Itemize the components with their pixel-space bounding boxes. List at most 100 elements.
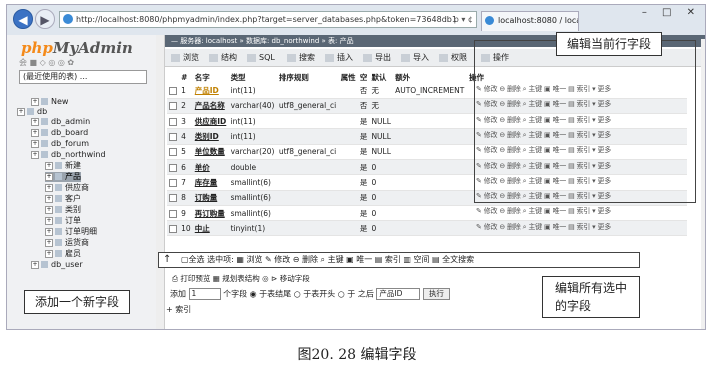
expand-icon[interactable]: + (31, 97, 39, 106)
table-cell[interactable]: 产品名称 (192, 98, 229, 115)
address-bar[interactable]: http://localhost:8080/phpmyadmin/index.p… (59, 11, 477, 28)
address-tools[interactable]: ρ ▾ ¢ (454, 12, 473, 27)
expand-icon[interactable]: + (31, 128, 39, 137)
add-count-input[interactable]: 1 (188, 288, 221, 300)
tree-item[interactable]: + 运货商 (45, 238, 89, 248)
row-checkbox[interactable] (169, 163, 177, 172)
row-checkbox[interactable] (169, 117, 177, 126)
table-cell[interactable]: 类别ID (192, 128, 229, 145)
row-checkbox[interactable] (169, 102, 177, 111)
expand-icon[interactable]: + (45, 172, 53, 181)
table-cell[interactable]: 单价 (192, 159, 229, 176)
table-cell: 无 (369, 83, 394, 99)
row-checkbox[interactable] (169, 86, 177, 95)
table-cell[interactable]: 供应商ID (192, 113, 229, 130)
row-actions[interactable]: ✎ 修改 ⊖ 删除 ⌕ 主键 ▣ 唯一 ▤ 索引 ▾ 更多 (476, 191, 611, 201)
expand-icon[interactable]: + (31, 260, 39, 269)
row-actions[interactable]: ✎ 修改 ⊖ 删除 ⌕ 主键 ▣ 唯一 ▤ 索引 ▾ 更多 (476, 206, 611, 216)
after-field-select[interactable]: 产品ID (376, 288, 421, 300)
table-cell[interactable]: 单位数量 (192, 144, 229, 160)
tree-item[interactable]: + db_admin (31, 117, 90, 127)
tree-item[interactable]: + 产品 (45, 172, 81, 182)
window-controls[interactable]: – □ ✕ (642, 7, 701, 18)
print-row[interactable]: ⎙ 打印预览 ▦ 规划表结构 ◎ ⊳ 移动字段 (172, 273, 310, 284)
table-cell[interactable]: 库存量 (192, 174, 229, 191)
add-position-options[interactable]: 个字段 ◉ 于表结尾 ○ 于表开头 ○ 于 之后 (223, 290, 374, 299)
tree-item[interactable]: + db_forum (31, 139, 89, 149)
expand-icon[interactable]: + (45, 238, 53, 247)
table-cell[interactable]: 再订购量 (192, 205, 229, 222)
tree-item[interactable]: + 订单明细 (45, 227, 97, 237)
expand-icon[interactable]: + (45, 194, 53, 203)
row-actions[interactable]: ✎ 修改 ⊖ 删除 ⌕ 主键 ▣ 唯一 ▤ 索引 ▾ 更多 (476, 176, 611, 186)
row-actions[interactable]: ✎ 修改 ⊖ 删除 ⌕ 主键 ▣ 唯一 ▤ 索引 ▾ 更多 (476, 145, 611, 155)
tree-item[interactable]: + 供应商 (45, 183, 89, 193)
row-actions[interactable]: ✎ 修改 ⊖ 删除 ⌕ 主键 ▣ 唯一 ▤ 索引 ▾ 更多 (476, 99, 611, 109)
row-checkbox[interactable] (169, 178, 177, 187)
tree-item[interactable]: + db_user (31, 260, 83, 270)
table-cell[interactable]: 中止 (192, 220, 229, 237)
tab-0[interactable]: 浏览 (171, 52, 199, 64)
back-button[interactable]: ◀ (13, 9, 33, 29)
row-checkbox[interactable] (169, 133, 177, 142)
tab-2[interactable]: SQL (247, 52, 275, 64)
row-checkbox[interactable] (169, 224, 177, 233)
table-cell[interactable]: 产品ID (192, 83, 229, 99)
tree-item[interactable]: + db_northwind (31, 150, 106, 160)
row-actions[interactable]: ✎ 修改 ⊖ 删除 ⌕ 主键 ▣ 唯一 ▤ 索引 ▾ 更多 (476, 222, 611, 232)
row-checkbox[interactable] (169, 148, 177, 157)
tree-item[interactable]: + 雇员 (45, 249, 81, 259)
expand-icon[interactable]: + (17, 107, 25, 116)
table-cell (393, 220, 467, 237)
table-cell: 是 (357, 190, 370, 206)
row-actions[interactable]: ✎ 修改 ⊖ 删除 ⌕ 主键 ▣ 唯一 ▤ 索引 ▾ 更多 (476, 130, 611, 140)
tree-item[interactable]: + New (31, 97, 68, 107)
expand-icon[interactable]: + (45, 205, 53, 214)
tab-6[interactable]: 导入 (401, 52, 429, 64)
sidebar-toolbar[interactable]: 会 ■ ◇ ◎ ◎ ✿ (19, 57, 74, 68)
tab-4[interactable]: 插入 (325, 52, 353, 64)
tab-7[interactable]: 权限 (439, 52, 467, 64)
go-button[interactable]: 执行 (422, 288, 450, 300)
column-header: 额外 (393, 72, 467, 83)
table-cell[interactable]: 订购量 (192, 190, 229, 206)
main-scrollbar[interactable] (701, 39, 705, 329)
expand-icon[interactable]: + (45, 161, 53, 170)
bulk-actions-text[interactable]: ▢全选 选中项: ▦ 浏览 ✎ 修改 ⊖ 删除 ⌕ 主键 ▣ 唯一 ▤ 索引 ▥… (181, 255, 474, 264)
expand-icon[interactable]: + (45, 216, 53, 225)
row-actions[interactable]: ✎ 修改 ⊖ 删除 ⌕ 主键 ▣ 唯一 ▤ 索引 ▾ 更多 (476, 84, 611, 94)
tab-icon (363, 54, 372, 62)
tree-item[interactable]: + db_board (31, 128, 88, 138)
index-link[interactable]: + 索引 (166, 304, 191, 315)
tree-item[interactable]: + 类别 (45, 205, 81, 215)
tree-item[interactable]: + 新建 (45, 161, 81, 171)
tab-1[interactable]: 结构 (209, 52, 237, 64)
phpmyadmin-logo[interactable]: phpMyAdmin (21, 39, 133, 57)
table-cell: 6 (179, 159, 193, 176)
row-checkbox[interactable] (169, 209, 177, 218)
tab-label: 导出 (375, 53, 391, 62)
expand-icon[interactable]: + (31, 117, 39, 126)
browser-tab[interactable]: localhost:8080 / localhos... (481, 11, 579, 31)
tree-item[interactable]: + 订单 (45, 216, 81, 226)
column-header: 名字 (192, 72, 229, 83)
expand-icon[interactable]: + (31, 139, 39, 148)
row-actions[interactable]: ✎ 修改 ⊖ 删除 ⌕ 主键 ▣ 唯一 ▤ 索引 ▾ 更多 (476, 161, 611, 171)
expand-icon[interactable]: + (31, 150, 39, 159)
row-actions[interactable]: ✎ 修改 ⊖ 删除 ⌕ 主键 ▣ 唯一 ▤ 索引 ▾ 更多 (476, 115, 611, 125)
expand-icon[interactable]: + (45, 227, 53, 236)
table-cell: 0 (369, 174, 394, 191)
tab-5[interactable]: 导出 (363, 52, 391, 64)
tree-item[interactable]: + 客户 (45, 194, 81, 204)
expand-icon[interactable]: + (45, 183, 53, 192)
bulk-actions-bar[interactable]: ↑ ▢全选 选中项: ▦ 浏览 ✎ 修改 ⊖ 删除 ⌕ 主键 ▣ 唯一 ▤ 索引… (158, 252, 640, 268)
tab-3[interactable]: 搜索 (287, 52, 315, 64)
tab-8[interactable]: 操作 (481, 52, 509, 64)
expand-icon[interactable]: + (45, 249, 53, 258)
row-checkbox[interactable] (169, 194, 177, 203)
tree-item[interactable]: + db (17, 107, 47, 117)
recent-tables-select[interactable]: (最近使用的表) ... (19, 70, 147, 84)
forward-button[interactable]: ▶ (35, 9, 55, 29)
row-select-cell (167, 174, 180, 191)
sidebar-scrollbar[interactable] (156, 35, 164, 329)
